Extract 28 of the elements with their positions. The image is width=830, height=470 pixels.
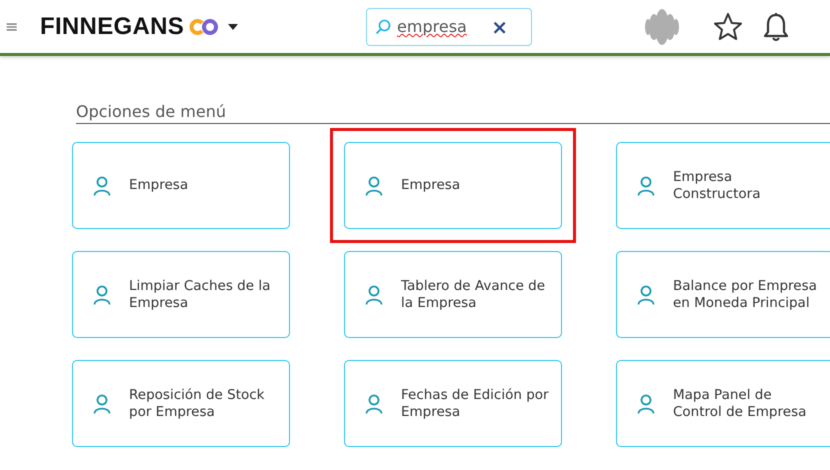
- search-field[interactable]: empresa ×: [366, 8, 532, 46]
- brand-logo[interactable]: FINNEGANS: [40, 12, 184, 40]
- search-icon: [375, 18, 392, 34]
- menu-option-card[interactable]: Empresa: [344, 142, 562, 229]
- clear-button[interactable]: ×: [491, 14, 508, 38]
- person-icon: [637, 284, 655, 304]
- caret-icon[interactable]: [227, 22, 240, 30]
- bell-icon[interactable]: [763, 12, 790, 42]
- person-icon: [365, 284, 383, 304]
- section-title: Opciones de menú: [76, 102, 830, 124]
- menu-option-card[interactable]: Mapa Panel de Control de Empresa: [616, 360, 830, 447]
- person-icon: [365, 176, 383, 196]
- person-icon: [93, 176, 111, 196]
- menu-option-card[interactable]: Reposición de Stock por Empresa: [72, 360, 290, 447]
- menu-option-card[interactable]: Fechas de Edición por Empresa: [344, 360, 562, 447]
- person-icon: [93, 394, 111, 414]
- menu-icon[interactable]: ≡: [5, 17, 21, 36]
- menu-option-card[interactable]: Tablero de Avance de la Empresa: [344, 251, 562, 338]
- person-icon: [93, 284, 111, 304]
- menu-option-card[interactable]: Limpiar Caches de la Empresa: [72, 251, 290, 338]
- person-icon: [637, 394, 655, 414]
- logo-icon: [189, 18, 220, 36]
- person-icon: [365, 394, 383, 414]
- menu-option-card[interactable]: Balance por Empresa en Moneda Principal: [616, 251, 830, 338]
- star-icon[interactable]: [713, 12, 744, 42]
- menu-option-card[interactable]: Empresa: [72, 142, 290, 229]
- menu-option-card[interactable]: Empresa Constructora: [616, 142, 830, 229]
- person-icon: [637, 176, 655, 196]
